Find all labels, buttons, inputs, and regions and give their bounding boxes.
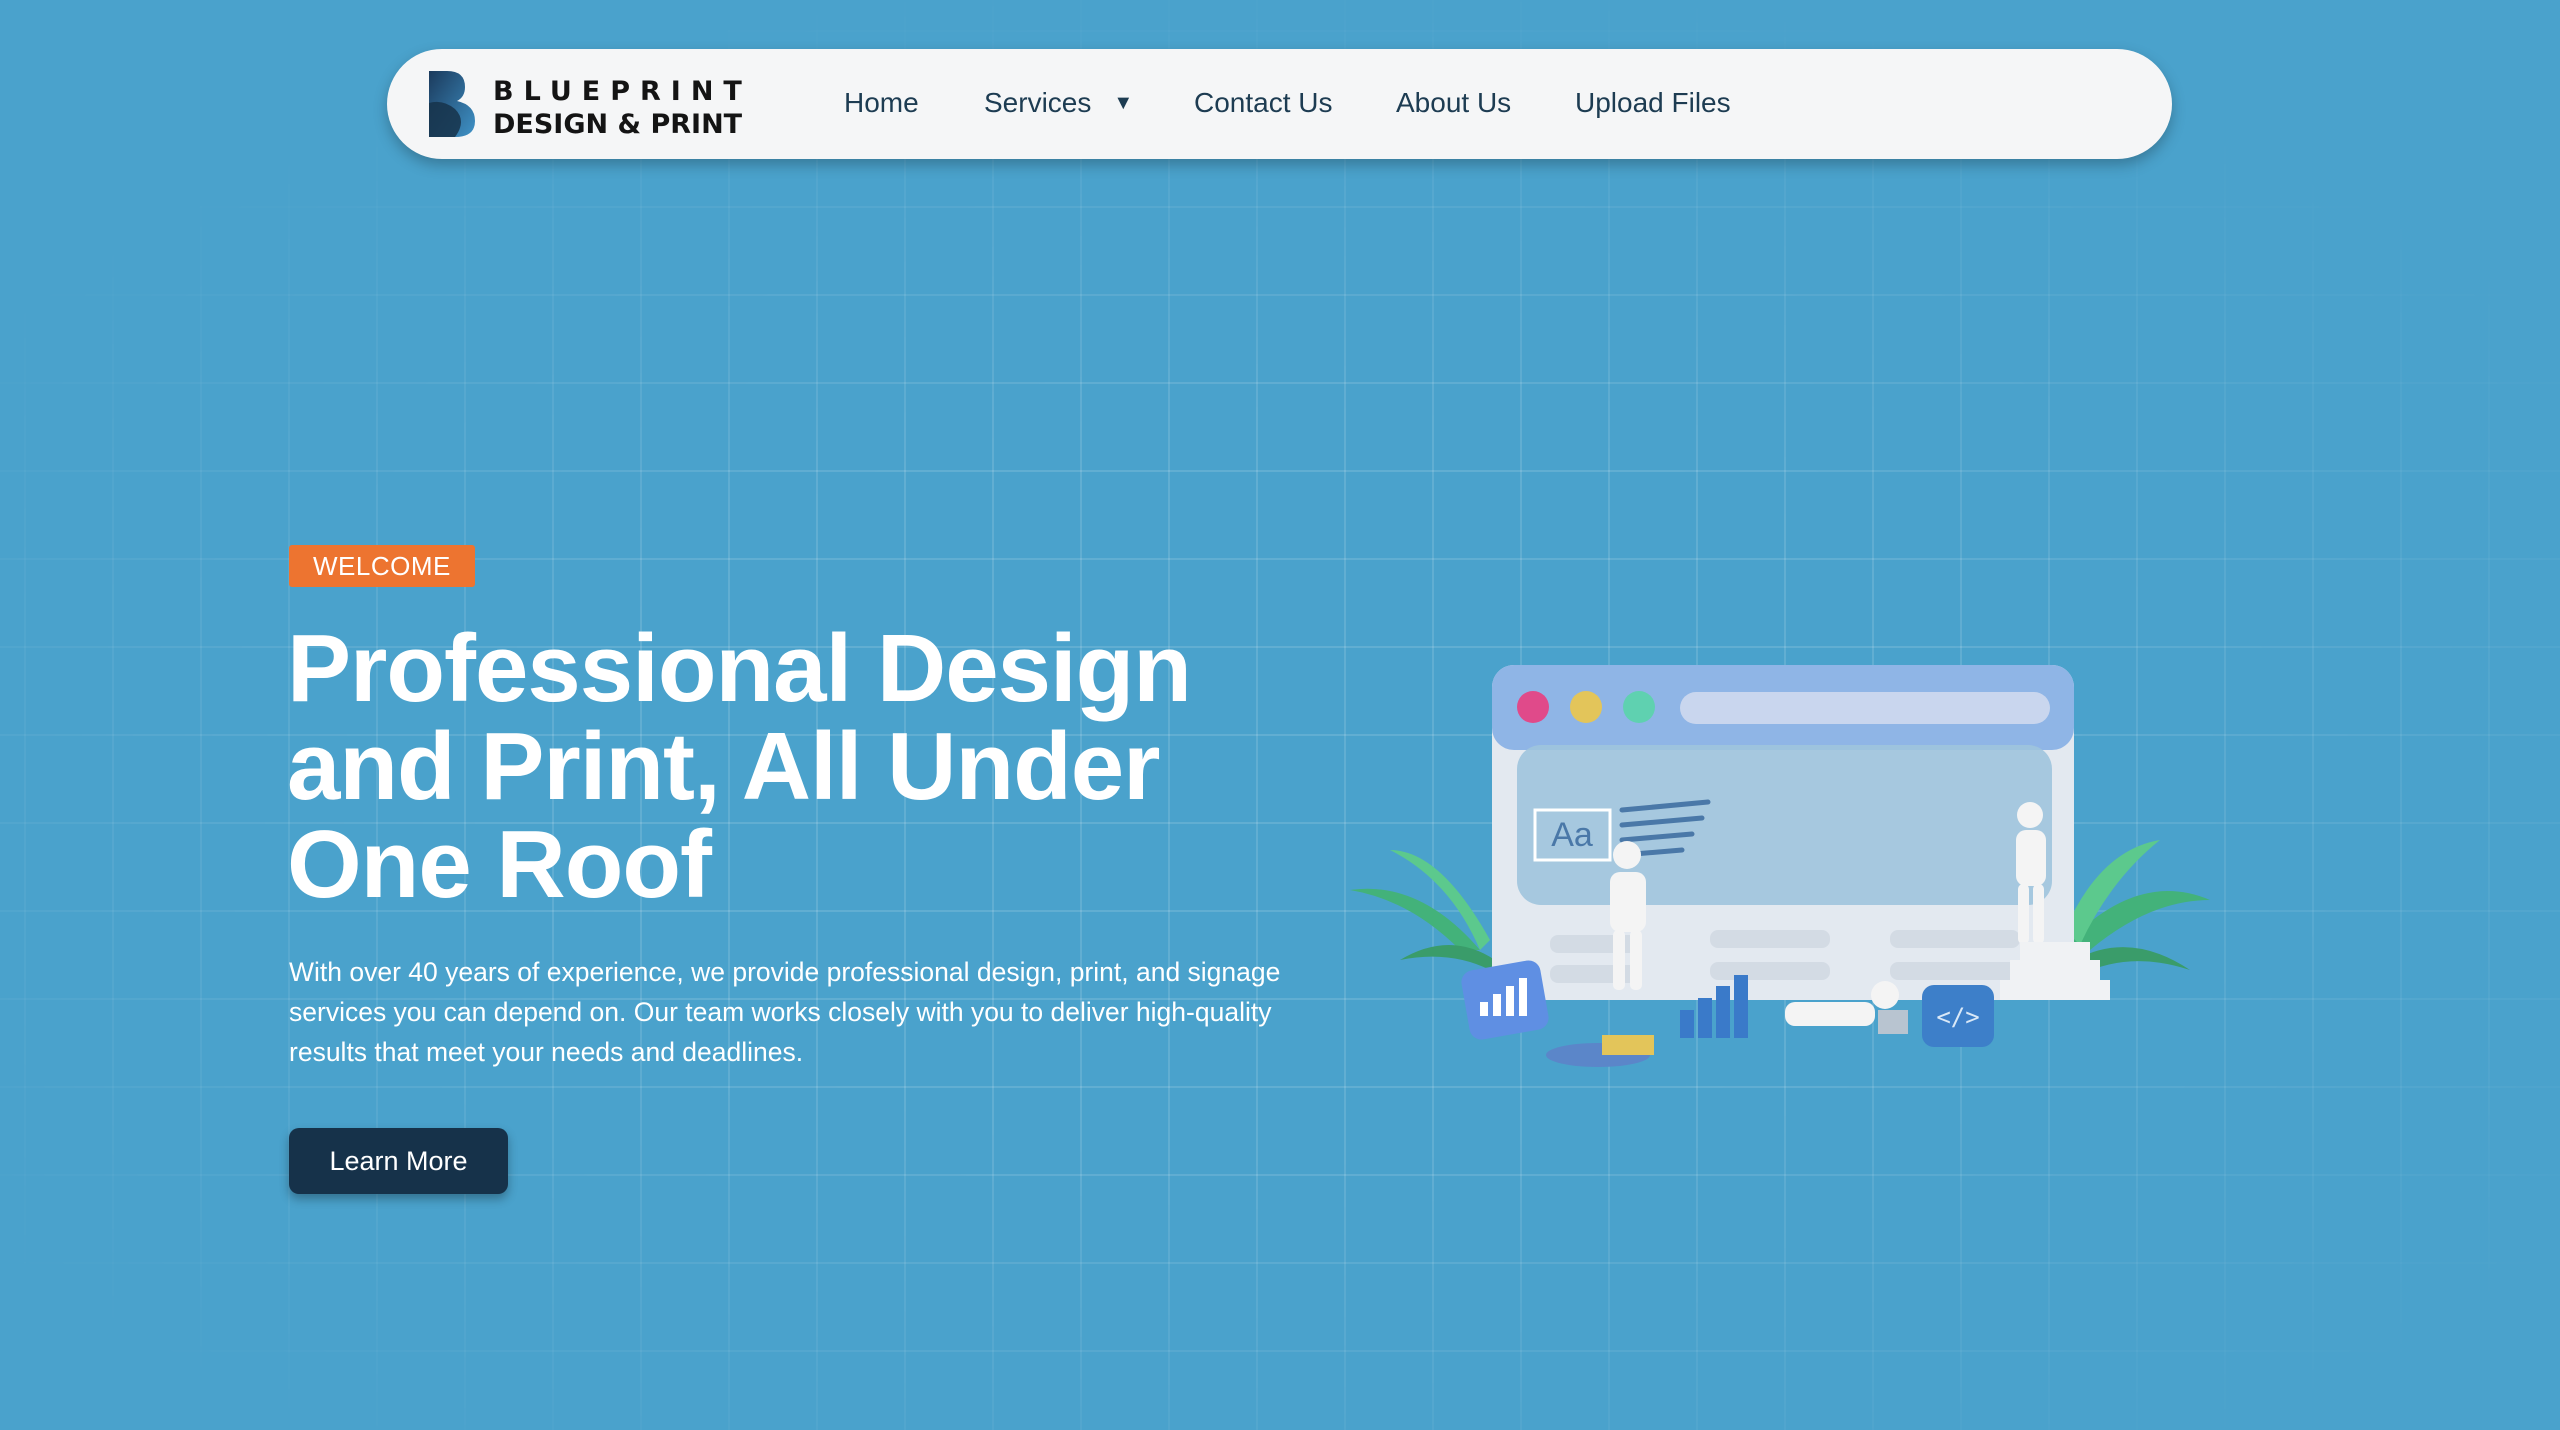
nav-upload-files[interactable]: Upload Files — [1575, 87, 1731, 119]
brand-name: BLUEPRINT — [493, 76, 752, 107]
learn-more-button[interactable]: Learn More — [289, 1128, 508, 1194]
hero-description: With over 40 years of experience, we pro… — [289, 957, 1281, 1067]
nav-services[interactable]: Services ▼ — [984, 87, 1133, 119]
base-disc-icon — [1546, 1035, 1654, 1067]
brand-logo[interactable]: BLUEPRINT DESIGN & PRINT — [425, 69, 755, 141]
logo-mark-icon — [429, 71, 475, 137]
text-sample-label: Aa — [1551, 816, 1593, 854]
top-navbar: BLUEPRINT DESIGN & PRINT Home Services ▼ … — [387, 49, 2172, 159]
hero-illustration: Aa </> — [1350, 665, 2210, 1067]
browser-window-icon: Aa — [1492, 665, 2074, 1000]
code-block-icon: </> — [1922, 985, 1994, 1047]
code-tag-label: </> — [1936, 1003, 1979, 1031]
brand-tagline: DESIGN & PRINT — [493, 109, 743, 140]
plant-left-icon — [1350, 850, 1495, 970]
nav-services-label: Services — [984, 87, 1092, 118]
nav-home[interactable]: Home — [844, 87, 919, 119]
hero-headline: Professional Design and Print, All Under… — [287, 615, 1192, 918]
welcome-badge: WELCOME — [289, 545, 475, 587]
chart-block-icon — [1461, 960, 1549, 1040]
caret-down-icon: ▼ — [1113, 92, 1134, 114]
nav-about-us[interactable]: About Us — [1396, 87, 1511, 119]
nav-contact-us[interactable]: Contact Us — [1194, 87, 1333, 119]
